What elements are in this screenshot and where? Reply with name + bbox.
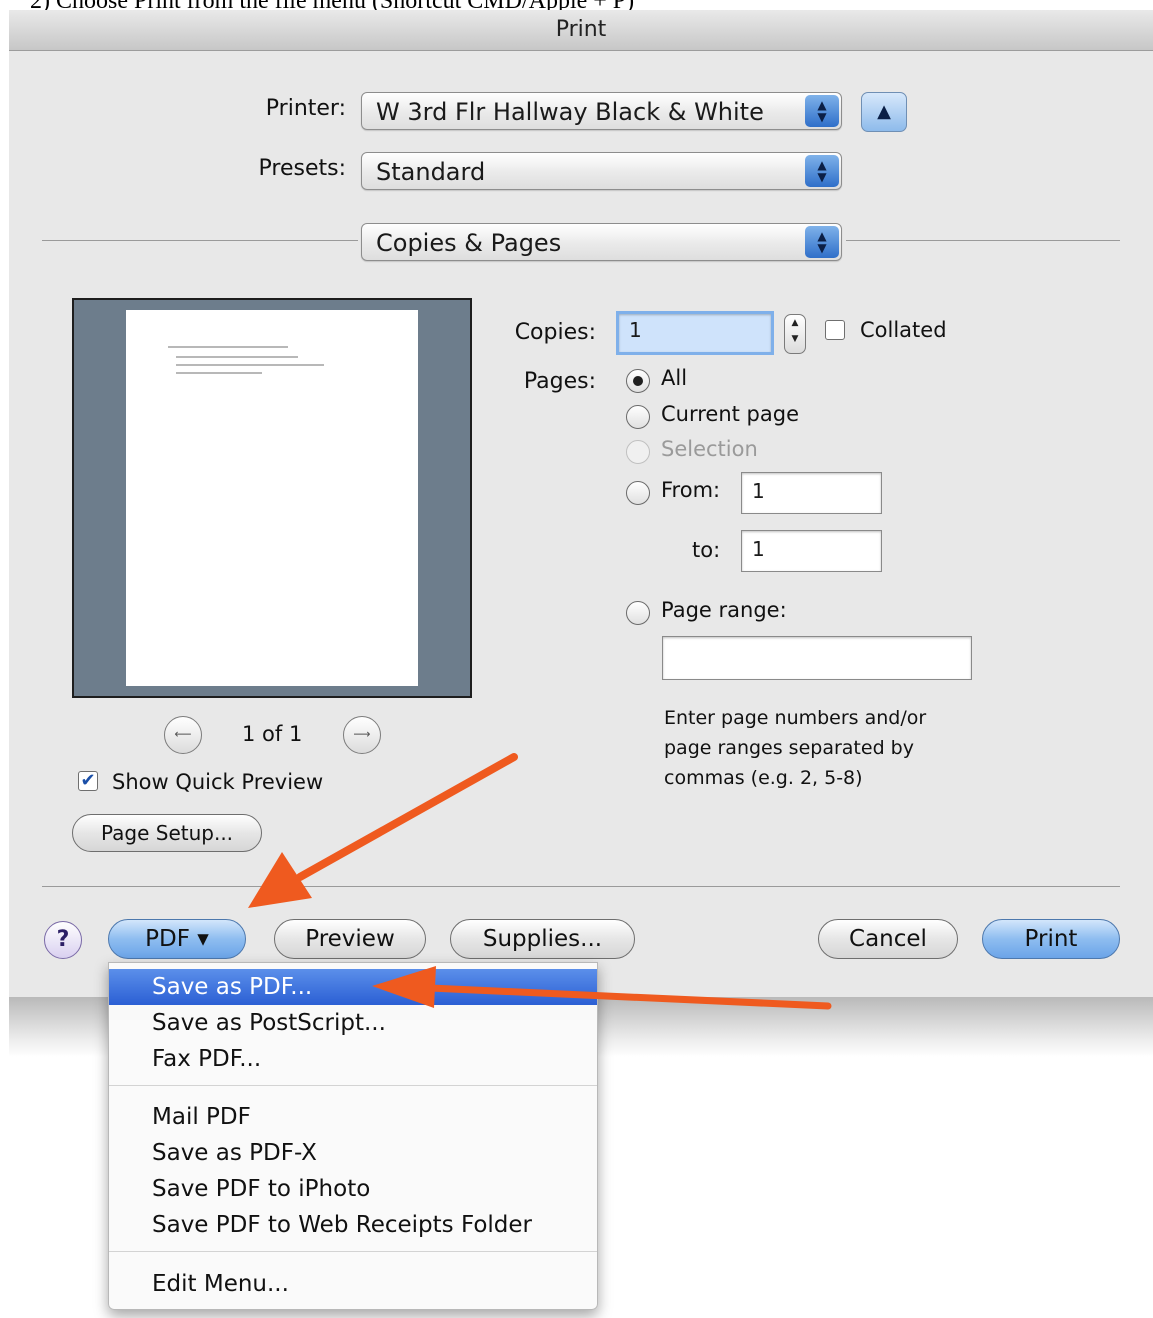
copies-field[interactable]: 1 [616, 311, 774, 355]
dialog-title-bar: Print [9, 10, 1153, 51]
menu-item-fax-pdf[interactable]: Fax PDF... [109, 1041, 597, 1077]
separator-left [42, 240, 358, 241]
page-range-hint: Enter page numbers and/or page ranges se… [664, 707, 927, 789]
menu-separator [109, 1251, 597, 1252]
presets-popup[interactable]: Standard ▲ ▼ [361, 152, 842, 190]
presets-value: Standard [376, 158, 486, 186]
dialog-title: Print [555, 17, 607, 42]
cancel-button[interactable]: Cancel [818, 919, 958, 959]
up-down-arrows-icon: ▲ ▼ [805, 155, 839, 187]
page-indicator: 1 of 1 [242, 722, 303, 746]
menu-item-save-pdf-to-web-receipts[interactable]: Save PDF to Web Receipts Folder [109, 1207, 597, 1243]
up-down-arrows-icon: ▲ ▼ [805, 226, 839, 258]
quick-preview [72, 298, 472, 698]
arrow-left-icon[interactable]: ⟵ [164, 716, 202, 754]
bottom-separator [42, 886, 1120, 887]
show-quick-preview-label: Show Quick Preview [112, 770, 324, 794]
menu-item-save-as-postscript[interactable]: Save as PostScript... [109, 1005, 597, 1041]
option-from-label: From: [661, 478, 721, 502]
preview-page [126, 310, 418, 686]
menu-item-edit-menu[interactable]: Edit Menu... [109, 1266, 597, 1302]
to-field[interactable]: 1 [741, 530, 882, 572]
triangle-up-icon[interactable]: ▲ [861, 92, 907, 132]
preview-button[interactable]: Preview [274, 919, 426, 959]
radio-from[interactable] [626, 481, 650, 505]
panel-popup[interactable]: Copies & Pages ▲ ▼ [361, 223, 842, 261]
option-current-page-label: Current page [661, 402, 799, 426]
separator-right [846, 240, 1120, 241]
question-mark-icon[interactable]: ? [44, 921, 82, 959]
menu-item-save-as-pdf[interactable]: Save as PDF... [109, 969, 597, 1005]
menu-item-save-as-pdf-x[interactable]: Save as PDF-X [109, 1135, 597, 1171]
menu-separator [109, 1085, 597, 1086]
option-all-label: All [661, 366, 688, 390]
printer-label: Printer: [265, 96, 346, 121]
option-selection-label: Selection [661, 437, 758, 461]
supplies-button[interactable]: Supplies... [450, 919, 635, 959]
option-page-range-label: Page range: [661, 598, 787, 622]
collated-label: Collated [860, 318, 947, 342]
from-field[interactable]: 1 [741, 472, 882, 514]
copies-label: Copies: [514, 320, 596, 345]
collated-checkbox[interactable] [825, 320, 845, 340]
arrow-right-icon[interactable]: ⟶ [343, 716, 381, 754]
printer-value: W 3rd Flr Hallway Black & White [376, 98, 764, 126]
pages-label: Pages: [523, 369, 596, 394]
to-label: to: [692, 538, 721, 562]
show-quick-preview-checkbox[interactable]: ✔ [78, 771, 98, 791]
pdf-button[interactable]: PDF ▾ [108, 919, 246, 959]
presets-label: Presets: [258, 156, 346, 181]
page-setup-button[interactable]: Page Setup... [72, 814, 262, 852]
radio-all[interactable] [626, 369, 650, 393]
print-button[interactable]: Print [982, 919, 1120, 959]
copies-stepper[interactable]: ▲ ▼ [784, 314, 806, 354]
panel-value: Copies & Pages [376, 229, 562, 257]
radio-current-page[interactable] [626, 405, 650, 429]
menu-item-save-pdf-to-iphoto[interactable]: Save PDF to iPhoto [109, 1171, 597, 1207]
radio-page-range[interactable] [626, 601, 650, 625]
pdf-menu: Save as PDF... Save as PostScript... Fax… [108, 962, 598, 1310]
radio-selection [626, 440, 650, 464]
menu-item-mail-pdf[interactable]: Mail PDF [109, 1099, 597, 1135]
printer-popup[interactable]: W 3rd Flr Hallway Black & White ▲ ▼ [361, 92, 842, 130]
page-range-field[interactable] [662, 636, 972, 680]
up-down-arrows-icon: ▲ ▼ [805, 95, 839, 127]
